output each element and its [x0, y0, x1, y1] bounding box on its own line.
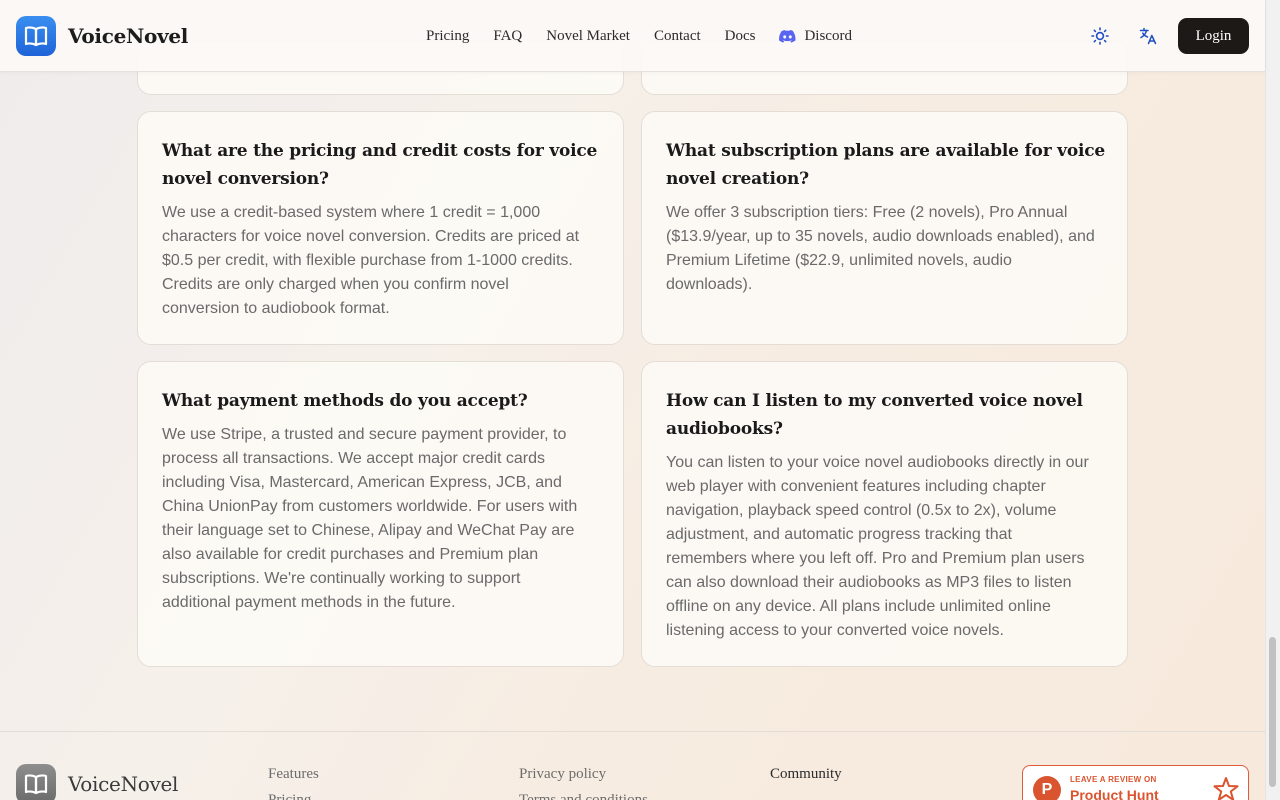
login-button[interactable]: Login	[1178, 18, 1249, 54]
faq-question: What are the pricing and credit costs fo…	[162, 141, 598, 189]
faq-answer: We offer 3 subscription tiers: Free (2 n…	[666, 201, 1111, 297]
faq-answer: We use Stripe, a trusted and secure paym…	[162, 423, 607, 615]
faq-card-listening: How can I listen to my converted voice n…	[641, 361, 1128, 667]
faq-answer: We use a credit-based system where 1 cre…	[162, 201, 607, 321]
answer-line: downloads).	[666, 276, 753, 293]
nav-docs[interactable]: Docs	[725, 28, 756, 45]
nav-pricing[interactable]: Pricing	[426, 28, 469, 45]
faq-question: What subscription plans are available fo…	[666, 141, 1106, 189]
answer-line: can also download their audiobooks as MP…	[666, 574, 1072, 591]
answer-line: We use a credit-based system where 1 cre…	[162, 204, 541, 221]
answer-line: You can listen to your voice novel audio…	[666, 454, 1089, 471]
footer-brand-name: VoiceNovel	[68, 772, 179, 796]
answer-line: characters for voice novel conversion. C…	[162, 228, 580, 245]
answer-line: $0.5 per credit, with flexible purchase …	[162, 252, 573, 269]
product-hunt-badge[interactable]: P LEAVE A REVIEW ON Product Hunt	[1022, 765, 1249, 800]
answer-line: subscriptions. We're continually working…	[162, 570, 521, 587]
faq-answer: You can listen to your voice novel audio…	[666, 451, 1116, 643]
sun-icon[interactable]	[1090, 26, 1110, 46]
footer-link-privacy[interactable]: Privacy policy	[519, 766, 606, 783]
footer-brand-logo[interactable]: VoiceNovel	[16, 764, 178, 800]
brand-logo[interactable]: VoiceNovel	[16, 16, 188, 56]
footer-link-terms[interactable]: Terms and conditions	[519, 792, 648, 800]
product-hunt-title: Product Hunt	[1070, 787, 1159, 800]
faq-card-subscriptions: What subscription plans are available fo…	[641, 111, 1128, 345]
answer-line: also available for credit purchases and …	[162, 546, 539, 563]
translate-icon[interactable]	[1138, 26, 1158, 46]
answer-line: ($13.9/year, up to 35 novels, audio down…	[666, 228, 1095, 245]
answer-line: including Visa, Mastercard, American Exp…	[162, 474, 562, 491]
footer-heading-community: Community	[770, 766, 842, 782]
answer-line: China UnionPay from customers worldwide.…	[162, 498, 578, 515]
brand-name: VoiceNovel	[68, 24, 189, 48]
answer-line: additional payment methods in the future…	[162, 594, 456, 611]
scrollbar-thumb[interactable]	[1269, 637, 1276, 787]
answer-line: We use Stripe, a trusted and secure paym…	[162, 426, 567, 443]
faq-card-payment-methods: What payment methods do you accept? We u…	[137, 361, 624, 667]
footer-link-pricing[interactable]: Pricing	[268, 792, 311, 800]
answer-line: process all transactions. We accept majo…	[162, 450, 545, 467]
faq-question: How can I listen to my converted voice n…	[666, 391, 1083, 439]
book-open-icon	[16, 16, 56, 56]
book-open-icon	[16, 764, 56, 800]
star-icon	[1213, 776, 1239, 800]
product-hunt-icon: P	[1033, 776, 1061, 800]
nav-contact[interactable]: Contact	[654, 28, 701, 45]
answer-line: their language set to Chinese, Alipay an…	[162, 522, 575, 539]
discord-icon	[779, 29, 796, 43]
main-nav: Pricing FAQ Novel Market Contact Docs Di…	[426, 0, 876, 72]
answer-line: listening access to your converted voice…	[666, 622, 1004, 639]
answer-line: adjustment, and automatic progress track…	[666, 526, 1012, 543]
product-hunt-caption: LEAVE A REVIEW ON	[1070, 775, 1157, 784]
nav-discord-label: Discord	[804, 27, 852, 44]
footer-divider	[0, 731, 1265, 732]
nav-discord[interactable]: Discord	[779, 28, 852, 45]
nav-novel-market[interactable]: Novel Market	[546, 28, 630, 45]
faq-card-pricing: What are the pricing and credit costs fo…	[137, 111, 624, 345]
answer-line: navigation, playback speed control (0.5x…	[666, 502, 1057, 519]
top-navbar: VoiceNovel Pricing FAQ Novel Market Cont…	[0, 0, 1265, 72]
nav-faq[interactable]: FAQ	[493, 28, 522, 45]
answer-line: remembers where you left off. Pro and Pr…	[666, 550, 1085, 567]
answer-line: We offer 3 subscription tiers: Free (2 n…	[666, 204, 1068, 221]
answer-line: offline on any device. All plans include…	[666, 598, 1051, 615]
answer-line: web player with convenient features incl…	[666, 478, 1046, 495]
answer-line: Credits are only charged when you confir…	[162, 276, 509, 293]
answer-line: conversion to audiobook format.	[162, 300, 390, 317]
answer-line: Premium Lifetime ($22.9, unlimited novel…	[666, 252, 1012, 269]
faq-question: What payment methods do you accept?	[162, 391, 528, 411]
footer-link-features[interactable]: Features	[268, 766, 319, 783]
